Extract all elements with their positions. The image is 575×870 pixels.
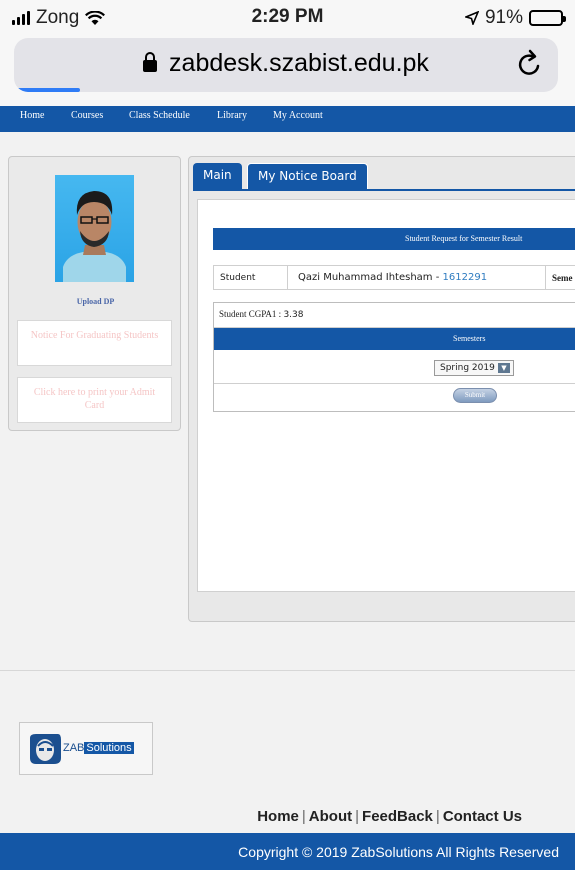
nav-my-account[interactable]: My Account [273,110,323,121]
cgpa-box: Student CGPA1 : 3.38 Semesters Spring 20… [213,302,575,412]
copyright-text: Copyright © 2019 ZabSolutions All Rights… [238,844,559,860]
status-bar: Zong 2:29 PM 91% [0,0,575,34]
cgpa-value: 3.38 [283,310,304,320]
profile-photo [55,175,134,282]
notice-board-content: Student Request for Semester Result Stud… [197,199,575,592]
nav-courses[interactable]: Courses [71,110,103,121]
main-panel: Main My Notice Board Student Request for… [188,156,575,622]
browser-toolbar: zabdesk.szabist.edu.pk [0,34,575,106]
footer-links: Home | About | FeedBack | Contact Us [257,808,522,825]
tab-main[interactable]: Main [193,163,242,189]
logo-prefix: ZAB [63,742,85,754]
semesters-header: Semesters [214,328,575,350]
site-nav: Home Courses Class Schedule Library My A… [0,106,575,132]
address-bar[interactable]: zabdesk.szabist.edu.pk [14,38,558,92]
nav-class-schedule[interactable]: Class Schedule [129,110,190,121]
cell-divider [287,266,288,289]
submit-button[interactable]: Submit [453,388,497,403]
footer-link-feedback[interactable]: FeedBack [362,808,433,825]
lock-icon [143,52,158,72]
cgpa-line: Student CGPA1 : 3.38 [219,309,303,320]
graduating-notice-button[interactable]: Notice For Graduating Students [17,320,172,366]
tab-underline [193,189,575,191]
profile-panel: Upload DP Notice For Graduating Students… [8,156,181,431]
battery-icon [529,10,566,26]
nav-library[interactable]: Library [217,110,247,121]
tab-my-notice-board[interactable]: My Notice Board [247,163,368,189]
footer-divider [0,670,575,671]
reload-icon[interactable] [514,48,546,80]
footer-link-about[interactable]: About [309,808,352,825]
divider [214,383,575,384]
semester-select-value: Spring 2019 [440,363,495,373]
student-dash: - [432,272,443,283]
semester-select[interactable]: Spring 2019 ▼ [434,360,514,376]
url-text: zabdesk.szabist.edu.pk [169,49,429,77]
logo-text: ZAB Solutions [63,742,134,754]
page-load-progress [14,88,80,92]
location-arrow-icon [464,11,479,25]
cgpa-label: Student CGPA1 : [219,309,284,319]
status-right: 91% [464,7,566,29]
footer-link-home[interactable]: Home [257,808,299,825]
dropdown-arrow-icon: ▼ [498,363,510,373]
cell-divider [545,266,546,289]
form-title: Student Request for Semester Result [213,228,575,250]
logo-face-icon [30,734,61,764]
student-id: 1612291 [442,272,488,283]
footer-link-contact[interactable]: Contact Us [443,808,522,825]
semester-label-cut: Seme [552,273,573,283]
student-info: Qazi Muhammad Ihtesham - 1612291 [298,272,487,283]
url-display[interactable]: zabdesk.szabist.edu.pk [14,49,558,78]
student-row: Student Qazi Muhammad Ihtesham - 1612291… [213,265,575,290]
zabsolutions-logo: ZAB Solutions [19,722,153,775]
upload-dp-link[interactable]: Upload DP [9,297,182,306]
admit-card-button[interactable]: Click here to print your Admit Card [17,377,172,423]
battery-percent: 91% [484,7,523,28]
logo-suffix: Solutions [84,742,134,754]
copyright-bar: Copyright © 2019 ZabSolutions All Rights… [0,833,575,870]
student-name: Qazi Muhammad Ihtesham [298,272,433,283]
student-label: Student [220,273,256,283]
nav-home[interactable]: Home [20,110,44,121]
